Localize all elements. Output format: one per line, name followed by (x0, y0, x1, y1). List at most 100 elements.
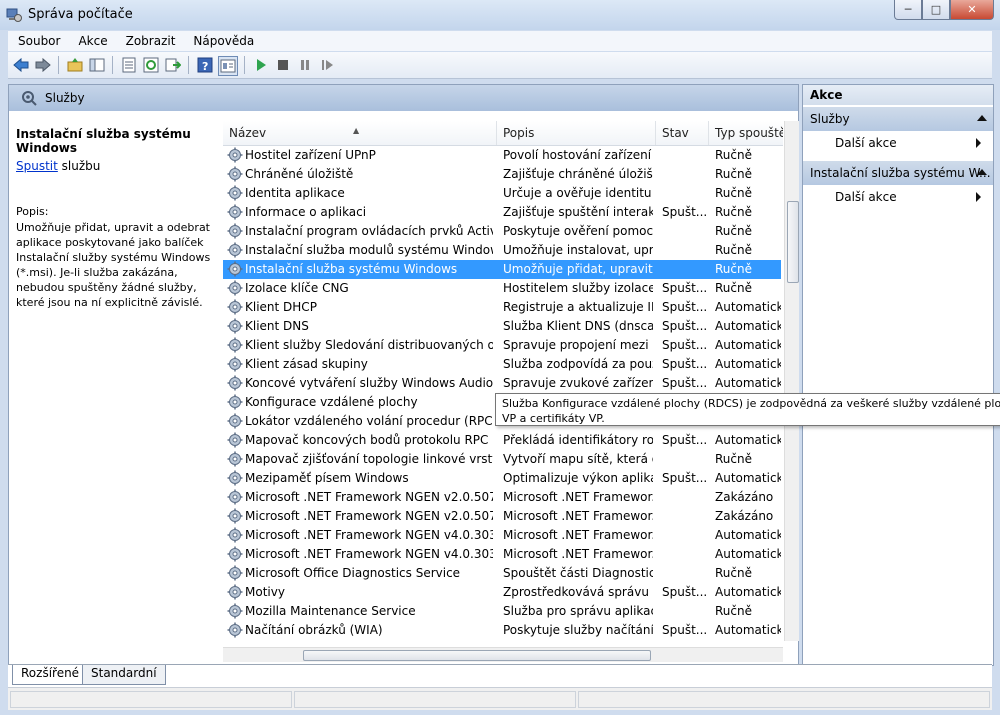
service-row[interactable]: Mapovač koncových bodů protokolu RPC Přek… (223, 431, 781, 450)
service-description: Služba zodpovídá za použi... (503, 357, 653, 371)
service-startup-type: Zakázáno (715, 490, 774, 504)
service-row[interactable]: Koncové vytváření služby Windows Audio Sp… (223, 374, 781, 393)
extended-view-icon[interactable] (218, 56, 238, 76)
service-state: Spušt... (662, 376, 707, 390)
service-description: Hostitelem služby izolace ... (503, 281, 653, 295)
service-row[interactable]: Instalační služba systému Windows Umožňuj… (223, 260, 781, 279)
service-row[interactable]: Mezipaměť písem Windows Optimalizuje výko… (223, 469, 781, 488)
service-startup-type: Automaticky (715, 623, 781, 637)
service-row[interactable]: Hostitel zařízení UPnP Povolí hostování z… (223, 146, 781, 165)
service-row[interactable]: Motivy Zprostředkovává správu ... Spušt...… (223, 583, 781, 602)
service-name: Mapovač koncových bodů protokolu RPC (245, 433, 489, 447)
export-list-icon[interactable] (164, 56, 182, 74)
service-row[interactable]: Klient služby Sledování distribuovaných … (223, 336, 781, 355)
service-description: Microsoft .NET Framewor... (503, 528, 653, 542)
service-name: Instalační program ovládacích prvků Acti… (245, 224, 493, 238)
service-gear-icon (227, 508, 243, 524)
more-actions-selected-service[interactable]: Další akce (835, 187, 985, 207)
tab-standard[interactable]: Standardní (82, 665, 166, 685)
title-bar[interactable]: Správa počítače ─ □ ✕ (0, 0, 1000, 30)
service-gear-icon (227, 223, 243, 239)
service-row[interactable]: Mapovač zjišťování topologie linkové vrs… (223, 450, 781, 469)
service-row[interactable]: Klient zásad skupiny Služba zodpovídá za … (223, 355, 781, 374)
service-name: Microsoft .NET Framework NGEN v2.0.50727… (245, 490, 493, 504)
service-name: Načítání obrázků (WIA) (245, 623, 383, 637)
pause-icon[interactable] (296, 56, 314, 74)
restart-icon[interactable] (318, 56, 336, 74)
service-row[interactable]: Načítání obrázků (WIA) Poskytuje služby n… (223, 621, 781, 640)
menu-soubor[interactable]: Soubor (18, 34, 60, 48)
menu-napoveda[interactable]: Nápověda (193, 34, 254, 48)
minimize-button[interactable]: ─ (894, 0, 922, 20)
service-row[interactable]: Microsoft .NET Framework NGEN v4.0.30319… (223, 526, 781, 545)
column-header-state[interactable]: Stav (656, 121, 709, 145)
service-description: Umožňuje instalovat, upra... (503, 243, 653, 257)
help-icon[interactable]: ? (196, 56, 214, 74)
actions-section-services-label: Služby (810, 112, 850, 126)
service-state: Spušt... (662, 357, 707, 371)
service-startup-type: Automaticky (715, 319, 781, 333)
stop-icon[interactable] (274, 56, 292, 74)
service-gear-icon (227, 394, 243, 410)
service-name: Izolace klíče CNG (245, 281, 349, 295)
refresh-icon[interactable] (142, 56, 160, 74)
service-description: Služba Klient DNS (dnscac... (503, 319, 653, 333)
service-gear-icon (227, 185, 243, 201)
service-name: Microsoft .NET Framework NGEN v4.0.30319… (245, 547, 493, 561)
play-icon[interactable] (252, 56, 270, 74)
service-row[interactable]: Microsoft .NET Framework NGEN v2.0.50727… (223, 488, 781, 507)
submenu-arrow-icon (976, 192, 981, 202)
menu-zobrazit[interactable]: Zobrazit (126, 34, 176, 48)
service-startup-type: Ručně (715, 205, 752, 219)
service-row[interactable]: Mozilla Maintenance Service Služba pro sp… (223, 602, 781, 621)
collapse-arrow-icon[interactable] (977, 115, 987, 121)
menu-akce[interactable]: Akce (78, 34, 107, 48)
service-name: Instalační služba systému Windows (245, 262, 458, 276)
column-header-startup[interactable]: Typ spouštění (709, 121, 783, 145)
back-arrow-icon[interactable] (12, 56, 30, 74)
service-row[interactable]: Identita aplikace Určuje a ověřuje identi… (223, 184, 781, 203)
horizontal-scroll-thumb[interactable] (303, 650, 651, 661)
tab-extended[interactable]: Rozšířené (12, 665, 89, 685)
more-actions-services[interactable]: Další akce (835, 133, 985, 153)
service-row[interactable]: Microsoft .NET Framework NGEN v2.0.50727… (223, 507, 781, 526)
service-row[interactable]: Informace o aplikaci Zajišťuje spuštění i… (223, 203, 781, 222)
service-row[interactable]: Instalační služba modulů systému Windows… (223, 241, 781, 260)
start-service-link[interactable]: Spustit (16, 159, 58, 173)
actions-section-selected-service[interactable]: Instalační služba systému W... (803, 161, 993, 185)
column-header-description[interactable]: Popis (497, 121, 656, 145)
service-startup-type: Automaticky (715, 471, 781, 485)
service-row[interactable]: Izolace klíče CNG Hostitelem služby izola… (223, 279, 781, 298)
service-name: Instalační služba modulů systému Windows (245, 243, 493, 257)
service-gear-icon (227, 299, 243, 315)
properties-icon[interactable] (120, 56, 138, 74)
service-row[interactable]: Chráněné úložiště Zajišťuje chráněné úlož… (223, 165, 781, 184)
service-row[interactable]: Instalační program ovládacích prvků Acti… (223, 222, 781, 241)
service-gear-icon (227, 546, 243, 562)
service-description: Optimalizuje výkon aplika... (503, 471, 653, 485)
close-button[interactable]: ✕ (950, 0, 994, 20)
horizontal-scrollbar[interactable] (223, 647, 783, 662)
forward-arrow-icon[interactable] (34, 56, 52, 74)
up-folder-icon[interactable] (66, 56, 84, 74)
collapse-arrow-icon[interactable] (977, 169, 987, 175)
actions-section-services[interactable]: Služby (803, 107, 993, 131)
service-row[interactable]: Microsoft Office Diagnostics Service Spou… (223, 564, 781, 583)
scope-title: Služby (45, 91, 85, 105)
vertical-scroll-thumb[interactable] (787, 201, 799, 283)
show-hide-tree-icon[interactable] (88, 56, 106, 74)
toolbar: ? (8, 52, 992, 79)
service-startup-type: Ručně (715, 148, 752, 162)
column-header-name[interactable]: ▲ Název (223, 121, 497, 145)
service-row[interactable]: Klient DNS Služba Klient DNS (dnscac... Sp… (223, 317, 781, 336)
scope-header: Služby (9, 85, 798, 111)
vertical-scrollbar[interactable] (784, 121, 799, 641)
service-row[interactable]: Microsoft .NET Framework NGEN v4.0.30319… (223, 545, 781, 564)
maximize-button[interactable]: □ (922, 0, 950, 20)
service-state: Spušt... (662, 623, 707, 637)
service-description: Umožňuje přidat, upravit ... (503, 262, 653, 276)
actions-section-selected-service-label: Instalační služba systému W... (810, 166, 991, 180)
column-headers: ▲ Název Popis Stav Typ spouštění (223, 121, 783, 146)
service-row[interactable]: Klient DHCP Registruje a aktualizuje IP .… (223, 298, 781, 317)
service-state: Spušt... (662, 585, 707, 599)
